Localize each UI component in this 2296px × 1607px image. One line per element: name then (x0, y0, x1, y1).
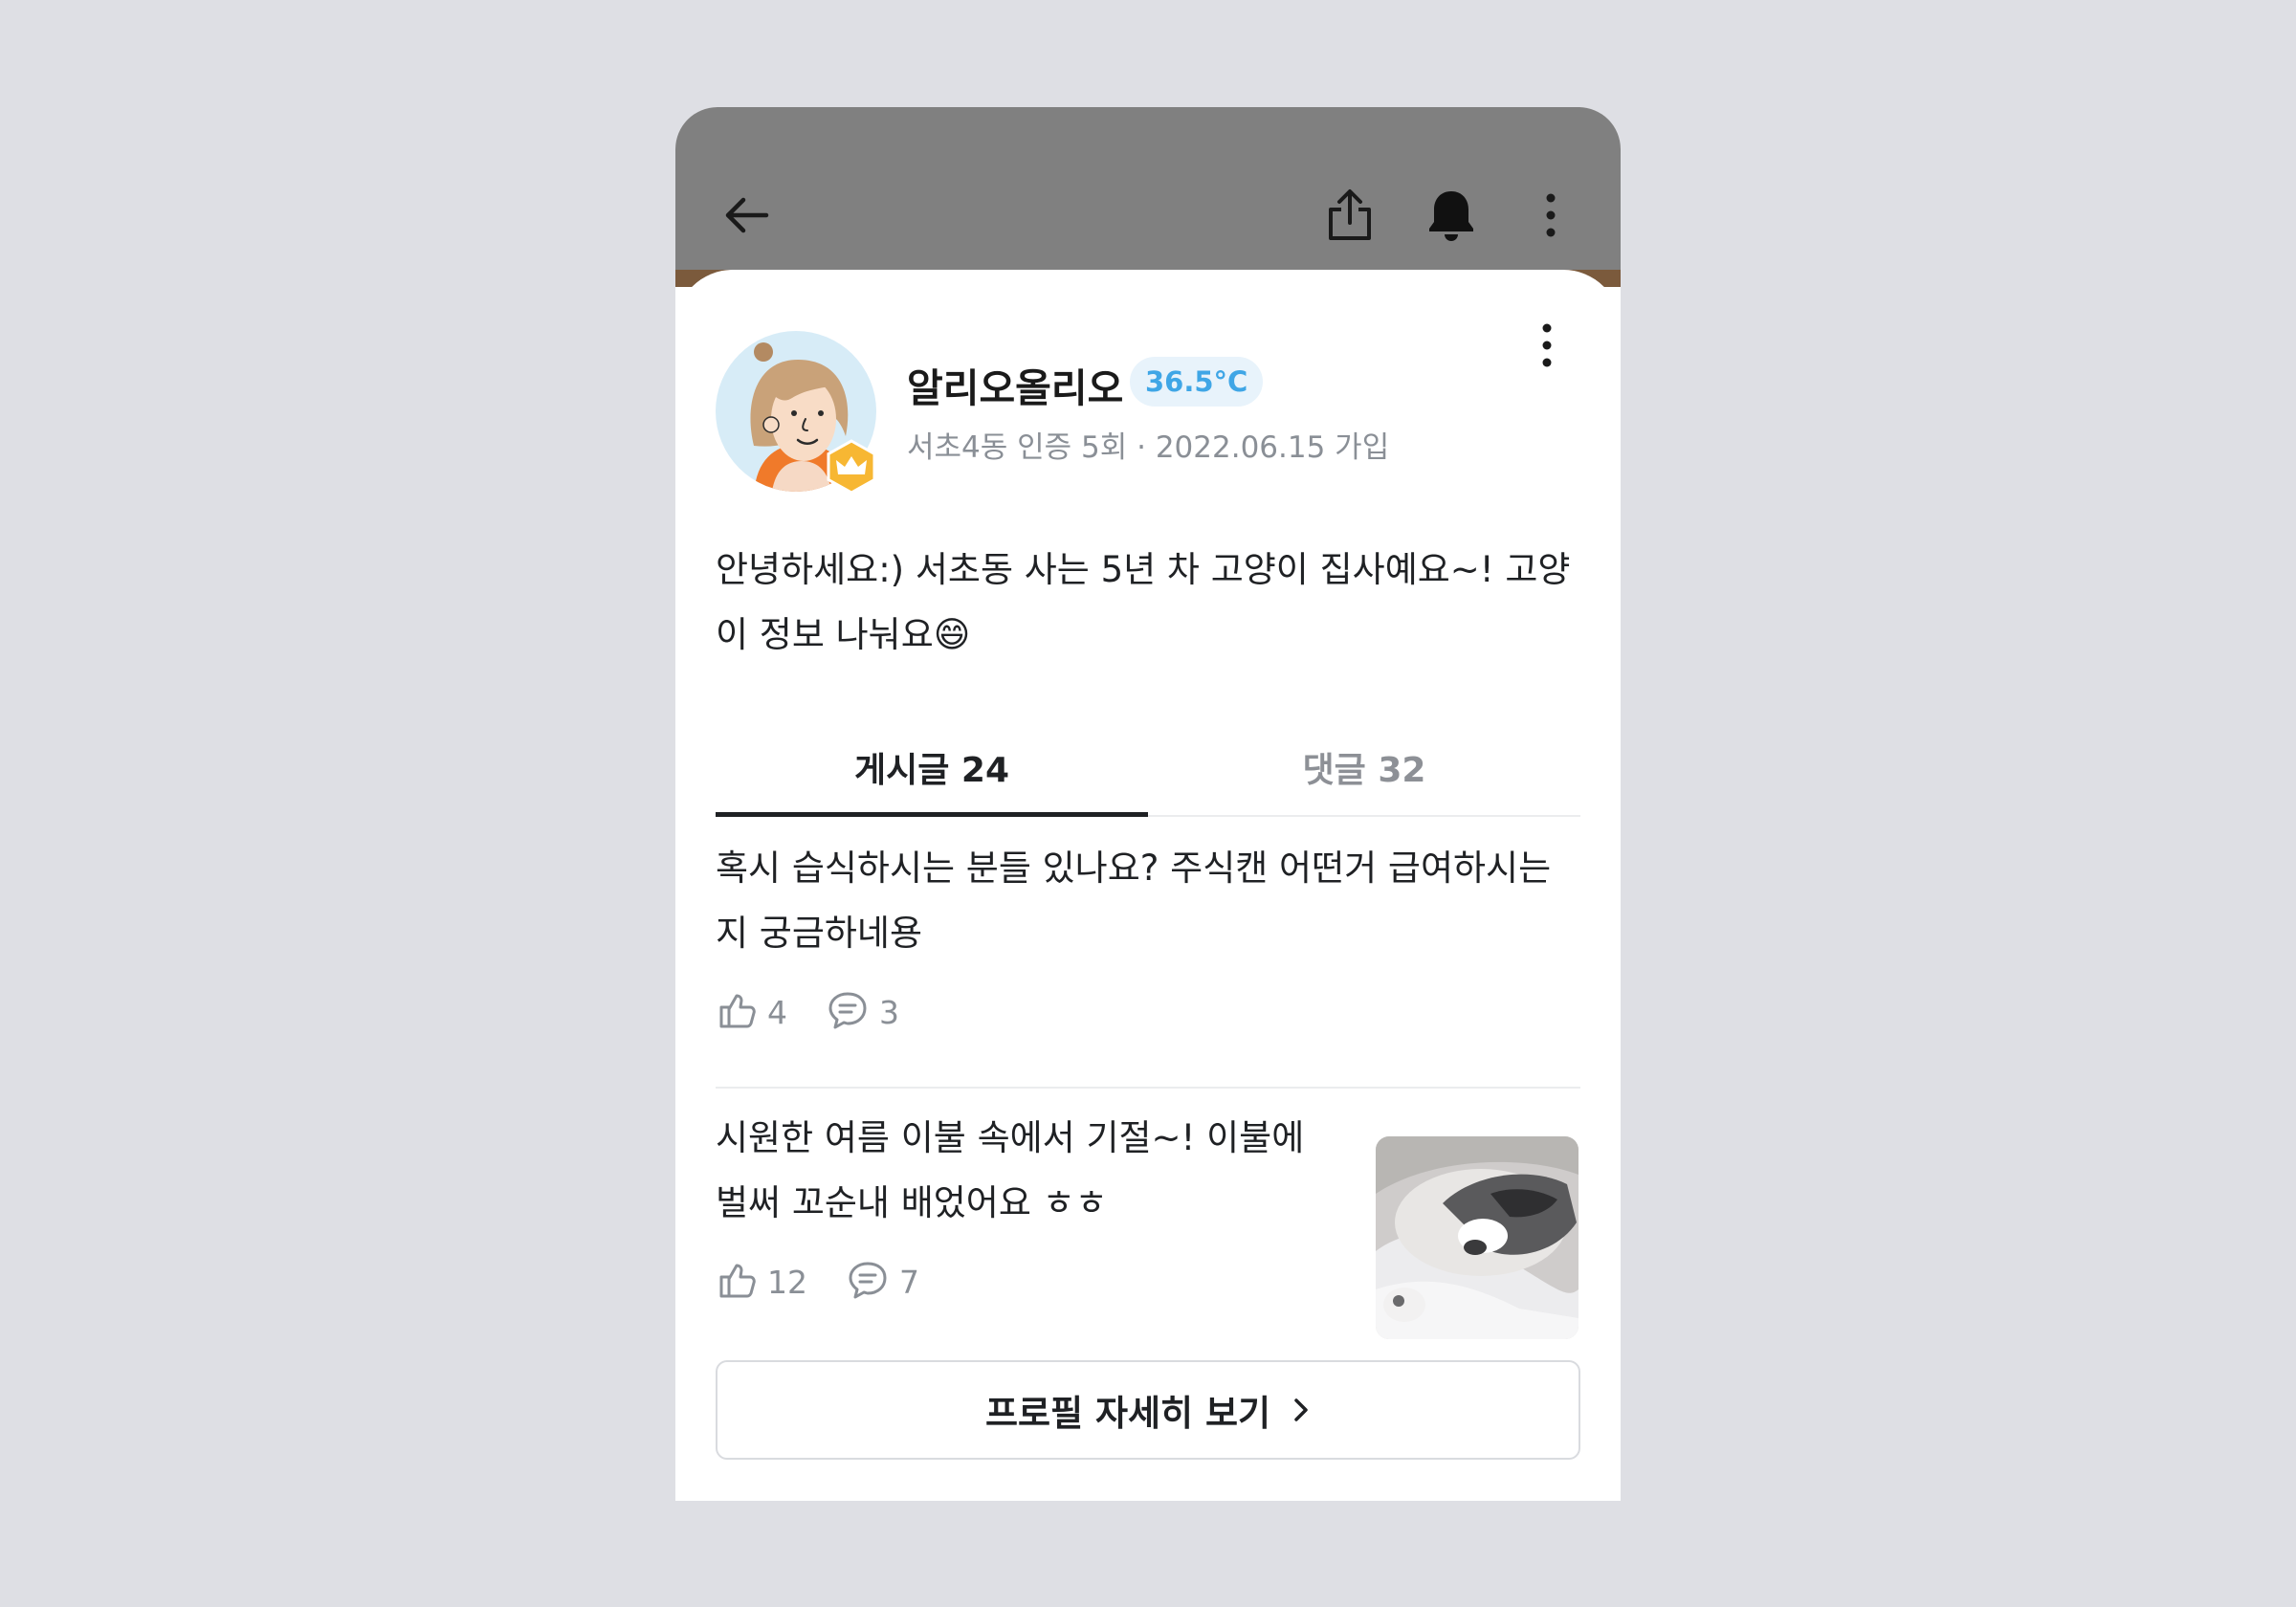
comment-bubble-icon (846, 1259, 890, 1305)
tab-posts[interactable]: 게시글 24 (716, 719, 1148, 817)
profile-more-icon[interactable] (1515, 314, 1578, 377)
tab-comments[interactable]: 댓글 32 (1148, 719, 1580, 815)
back-arrow-icon[interactable] (714, 182, 781, 249)
like-count: 4 (716, 989, 787, 1035)
profile-card: 알리오올리오 36.5°C 서초4동 인증 5회 · 2022.06.15 가입… (675, 270, 1621, 1501)
list-item[interactable]: 혹시 습식하시는 분들 있나요? 주식캔 어떤거 급여하시는지 궁금하네용 4 … (716, 836, 1580, 1089)
more-vertical-icon[interactable] (1517, 182, 1584, 249)
bell-icon[interactable] (1418, 182, 1485, 249)
like-number: 12 (767, 1263, 807, 1301)
profile-tabs: 게시글 24 댓글 32 (716, 719, 1580, 817)
profile-name: 알리오올리오 (907, 365, 1124, 411)
thumbs-up-icon (716, 989, 758, 1035)
comment-number: 7 (899, 1263, 919, 1301)
comment-bubble-icon (826, 989, 870, 1035)
post-stats: 12 7 (716, 1259, 958, 1305)
profile-detail-button[interactable]: 프로필 자세히 보기 (716, 1360, 1580, 1460)
avatar[interactable] (716, 331, 876, 495)
like-count: 12 (716, 1259, 807, 1305)
comment-number: 3 (879, 993, 899, 1031)
list-item[interactable]: 시원한 여름 이불 속에서 기절~! 이불에 벌써 꼬순내 배었어요 ㅎㅎ 12… (716, 1106, 1580, 1339)
post-stats: 4 3 (716, 989, 938, 1035)
profile-detail-label: 프로필 자세히 보기 (984, 1393, 1271, 1434)
post-title: 시원한 여름 이불 속에서 기절~! 이불에 벌써 꼬순내 배었어요 ㅎㅎ (716, 1117, 1305, 1223)
crown-icon (823, 438, 880, 495)
post-title: 혹시 습식하시는 분들 있나요? 주식캔 어떤거 급여하시는지 궁금하네용 (716, 848, 1552, 954)
top-bar (675, 107, 1621, 287)
post-thumbnail[interactable] (1376, 1136, 1578, 1339)
manner-temperature-badge[interactable]: 36.5°C (1130, 357, 1264, 407)
phone-screen: 알리오올리오 36.5°C 서초4동 인증 5회 · 2022.06.15 가입… (675, 107, 1621, 1501)
chevron-right-icon (1292, 1396, 1311, 1424)
profile-meta: 서초4동 인증 5회 · 2022.06.15 가입 (907, 430, 1390, 465)
comment-count: 3 (826, 989, 899, 1035)
comment-count: 7 (846, 1259, 919, 1305)
thumbs-up-icon (716, 1259, 758, 1305)
share-icon[interactable] (1316, 182, 1383, 249)
like-number: 4 (767, 993, 787, 1031)
profile-bio: 안녕하세요:) 서초동 사는 5년 차 고양이 집사예요~! 고양이 정보 나눠… (716, 549, 1571, 655)
